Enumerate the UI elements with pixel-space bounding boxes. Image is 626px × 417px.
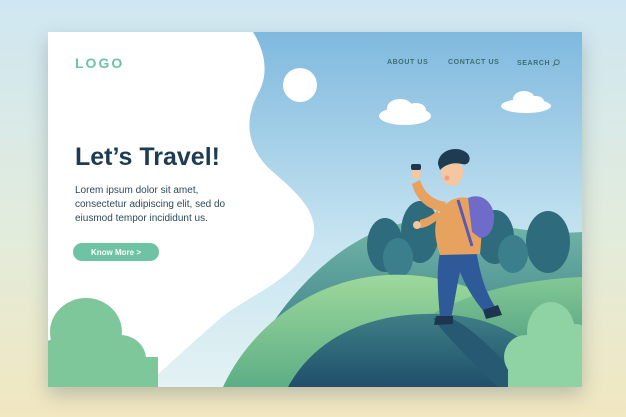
logo[interactable]: LOGO bbox=[75, 55, 124, 71]
hiker-hand-left bbox=[411, 169, 421, 179]
hero-headline: Let’s Travel! bbox=[75, 143, 220, 171]
landing-page-card: LOGO ABOUT US CONTACT US SEARCH Let’s Tr… bbox=[48, 32, 582, 387]
bush-left bbox=[48, 298, 158, 387]
nav-contact-us[interactable]: CONTACT US bbox=[448, 59, 499, 66]
hiker-cheek bbox=[444, 175, 450, 181]
sun bbox=[283, 68, 317, 102]
nav-search[interactable]: SEARCH bbox=[517, 59, 560, 67]
nav-about-us[interactable]: ABOUT US bbox=[387, 59, 428, 66]
hiker-hand-right bbox=[413, 221, 421, 229]
nav-search-label: SEARCH bbox=[517, 59, 551, 67]
hero-description: Lorem ipsum dolor sit amet, consectetur … bbox=[75, 185, 226, 224]
know-more-button[interactable]: Know More > bbox=[73, 243, 159, 261]
search-icon bbox=[552, 59, 560, 67]
binoculars bbox=[411, 164, 421, 170]
